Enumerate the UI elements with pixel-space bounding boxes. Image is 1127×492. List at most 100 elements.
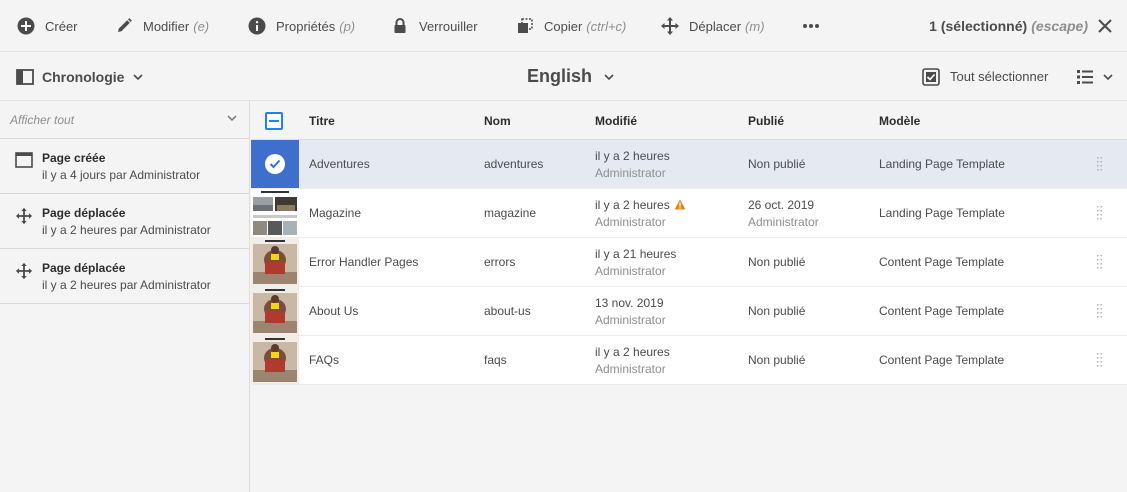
timeline-item-title: Page déplacée — [42, 206, 126, 220]
list-view-icon — [1076, 69, 1094, 85]
row-name: about-us — [484, 304, 531, 318]
row-modified-date: il y a 2 heures — [595, 345, 670, 359]
modify-button[interactable]: Modifier (e) — [114, 0, 209, 52]
checkbox-checked-icon — [922, 67, 940, 86]
timeline-filter-label: Afficher tout — [10, 112, 75, 127]
timeline-rail: Afficher tout Page créée il y a 4 jours … — [0, 101, 250, 492]
lock-label: Verrouiller — [419, 18, 478, 34]
add-circle-icon — [16, 16, 36, 36]
row-modified: il y a 2 heures Administrator — [595, 197, 686, 231]
table-row[interactable]: Error Handler Pages errors il y a 21 heu… — [251, 238, 1127, 287]
table-row[interactable]: Magazine magazine il y a 2 heures Admini… — [251, 189, 1127, 238]
page-thumbnail — [251, 287, 299, 335]
row-title: About Us — [309, 304, 359, 318]
timeline-item[interactable]: Page déplacée il y a 2 heures par Admini… — [0, 249, 249, 304]
timeline-filter-dropdown[interactable]: Afficher tout — [0, 101, 249, 139]
page-thumbnail — [251, 238, 299, 286]
language-label: English — [527, 66, 593, 86]
copy-icon — [515, 16, 535, 36]
row-modified-date: il y a 21 heures — [595, 247, 677, 261]
row-template: Content Page Template — [879, 255, 1005, 269]
row-modified-by: Administrator — [595, 313, 666, 327]
move-icon — [15, 262, 33, 280]
column-header-template[interactable]: Modèle — [879, 101, 920, 140]
table-row[interactable]: FAQs faqs il y a 2 heures Administrator … — [251, 336, 1127, 385]
selection-count-text: 1 (sélectionné) — [929, 18, 1028, 34]
chevron-down-icon — [604, 73, 614, 80]
create-button[interactable]: Créer — [16, 0, 78, 52]
row-title: Error Handler Pages — [309, 255, 419, 269]
view-switcher[interactable] — [1076, 52, 1113, 101]
timeline-item-title: Page déplacée — [42, 261, 126, 275]
column-header-name[interactable]: Nom — [484, 101, 511, 140]
column-header-modified[interactable]: Modifié — [595, 101, 637, 140]
row-modified-by: Administrator — [595, 215, 666, 229]
properties-button[interactable]: Propriétés (p) — [247, 0, 355, 52]
page-thumbnail — [251, 189, 299, 237]
rail-toggle-button[interactable]: Chronologie — [16, 52, 144, 101]
copy-button[interactable]: Copier (ctrl+c) — [515, 0, 626, 52]
rail-icon — [16, 68, 34, 85]
drag-handle-icon[interactable] — [1097, 205, 1103, 221]
select-all-label: Tout sélectionner — [950, 69, 1049, 84]
lock-button[interactable]: Verrouiller — [390, 0, 478, 52]
row-title: FAQs — [309, 353, 340, 367]
move-button[interactable]: Déplacer (m) — [660, 0, 765, 52]
create-label: Créer — [45, 18, 78, 34]
copy-shortcut: (ctrl+c) — [586, 18, 627, 34]
column-header-published[interactable]: Publié — [748, 101, 784, 140]
move-icon — [15, 207, 33, 225]
row-modified-date: 13 nov. 2019 — [595, 296, 664, 310]
row-selected-indicator[interactable] — [251, 140, 299, 188]
warning-icon — [674, 199, 686, 210]
page-thumbnail — [251, 336, 299, 384]
drag-handle-icon[interactable] — [1097, 254, 1103, 270]
row-modified: 13 nov. 2019 Administrator — [595, 295, 666, 329]
row-name: adventures — [484, 157, 544, 171]
timeline-item[interactable]: Page créée il y a 4 jours par Administra… — [0, 139, 249, 194]
table-row[interactable]: Adventures adventures il y a 2 heures Ad… — [251, 140, 1127, 189]
row-modified: il y a 2 heures Administrator — [595, 148, 670, 182]
checkmark-icon — [265, 154, 285, 174]
content-header: Chronologie English Tout sélectionner — [0, 52, 1127, 101]
properties-label: Propriétés — [276, 18, 336, 34]
column-header-title[interactable]: Titre — [309, 101, 335, 140]
more-button[interactable] — [801, 0, 821, 52]
row-template: Landing Page Template — [879, 157, 1005, 171]
page-icon — [15, 152, 33, 170]
info-icon — [247, 16, 267, 36]
language-selector[interactable]: English — [527, 52, 614, 101]
rail-toggle-label: Chronologie — [42, 68, 125, 85]
row-modified-date: il y a 2 heures — [595, 198, 670, 212]
drag-handle-icon[interactable] — [1097, 352, 1103, 368]
more-icon — [801, 16, 821, 36]
row-published-by: Administrator — [748, 215, 819, 229]
select-all-button[interactable]: Tout sélectionner — [922, 52, 1048, 101]
move-label: Déplacer — [689, 18, 742, 34]
select-all-checkbox[interactable] — [265, 112, 283, 130]
action-bar: Créer Modifier (e) Propriétés (p) Verrou… — [0, 0, 1127, 52]
row-modified-by: Administrator — [595, 264, 666, 278]
row-published: Non publié — [748, 157, 806, 171]
row-modified-by: Administrator — [595, 166, 666, 180]
table-header: Titre Nom Modifié Publié Modèle — [251, 101, 1127, 140]
timeline-item[interactable]: Page déplacée il y a 2 heures par Admini… — [0, 194, 249, 249]
move-shortcut: (m) — [745, 18, 765, 34]
row-title: Adventures — [309, 157, 370, 171]
close-icon[interactable] — [1097, 18, 1113, 34]
row-template: Content Page Template — [879, 304, 1005, 318]
table-row[interactable]: About Us about-us 13 nov. 2019 Administr… — [251, 287, 1127, 336]
drag-handle-icon[interactable] — [1097, 156, 1103, 172]
row-title: Magazine — [309, 206, 362, 220]
timeline-item-subtitle: il y a 2 heures par Administrator — [42, 223, 211, 237]
timeline-item-subtitle: il y a 4 jours par Administrator — [42, 168, 201, 182]
pages-table: Titre Nom Modifié Publié Modèle Adventur… — [251, 101, 1127, 492]
properties-shortcut: (p) — [339, 18, 356, 34]
modify-label: Modifier — [143, 18, 190, 34]
drag-handle-icon[interactable] — [1097, 303, 1103, 319]
row-modified-by: Administrator — [595, 362, 666, 376]
row-template: Content Page Template — [879, 353, 1005, 367]
modify-shortcut: (e) — [193, 18, 210, 34]
copy-label: Copier — [544, 18, 583, 34]
escape-hint: (escape) — [1031, 18, 1088, 34]
